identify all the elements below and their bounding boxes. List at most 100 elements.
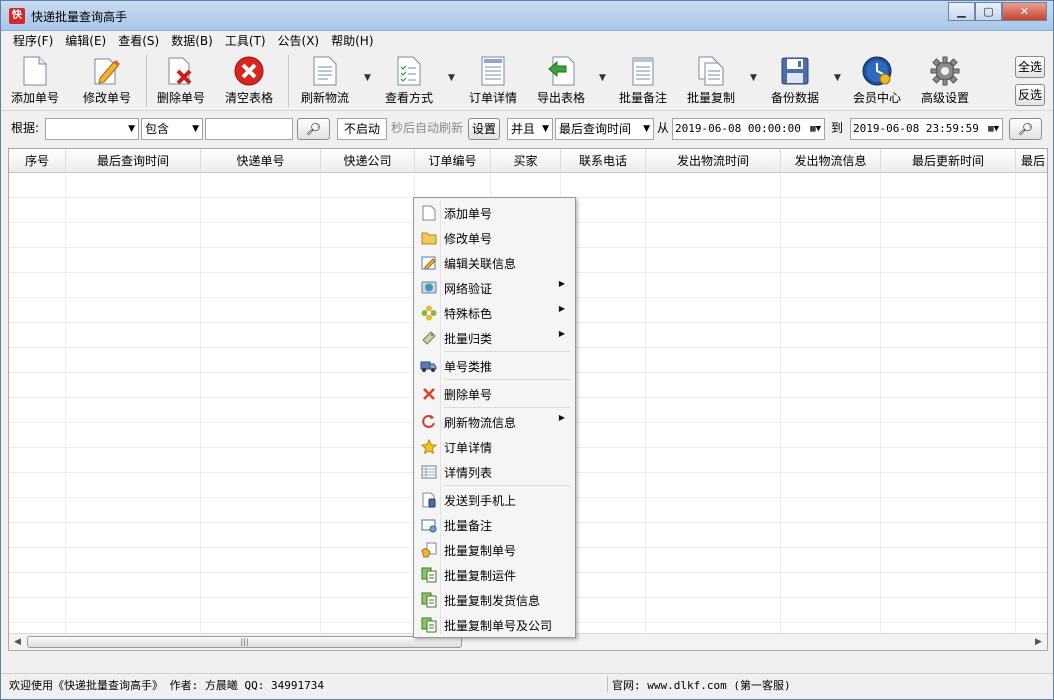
edit-number-button[interactable]: 修改单号 [83, 55, 131, 109]
menu-data[interactable]: 数据(B) [165, 31, 219, 51]
time-search-button[interactable]: 🔎︎ [1009, 118, 1042, 140]
export-table-button[interactable]: 导出表格 [537, 55, 585, 109]
column-header-phone[interactable]: 联系电话 [561, 149, 646, 173]
field-select[interactable]: ▼ [45, 118, 139, 140]
refresh-dropdown-arrow[interactable]: ▼ [364, 73, 371, 83]
column-header-buyer[interactable]: 买家 [491, 149, 561, 173]
pencil-page-icon [91, 55, 123, 87]
app-window: 快 快递批量查询高手 ▁ ▢ ✕ 程序(F) 编辑(E) 查看(S) 数据(B)… [0, 0, 1054, 700]
member-center-button[interactable]: 会员中心 [853, 55, 901, 109]
menu-item-delete-number[interactable]: 删除单号 [416, 382, 573, 405]
status-welcome-text: 欢迎使用《快递批量查询高手》 作者: 方晨曦 QQ: 34991734 [9, 679, 324, 692]
table-sheet-icon [477, 55, 509, 87]
export-dropdown-arrow[interactable]: ▼ [599, 73, 606, 83]
scroll-thumb[interactable]: ||| [27, 636, 462, 648]
menu-item-special-color[interactable]: 特殊标色 ▶ [416, 301, 573, 324]
advanced-settings-button[interactable]: 高级设置 [921, 55, 969, 109]
menu-item-batch-classify[interactable]: 批量归类 ▶ [416, 326, 573, 349]
grid-column-line [65, 173, 66, 635]
menu-item-edit-related-info[interactable]: 编辑关联信息 [416, 251, 573, 274]
minimize-button[interactable]: ▁ [948, 2, 975, 21]
floppy-disk-icon [779, 55, 811, 87]
column-header-last-update-time[interactable]: 最后更新时间 [881, 149, 1016, 173]
menu-program[interactable]: 程序(F) [7, 31, 59, 51]
menu-item-order-detail[interactable]: 订单详情 [416, 435, 573, 458]
edit-form-icon [420, 254, 437, 271]
gear-icon [929, 55, 961, 87]
column-header-ship-time[interactable]: 发出物流时间 [646, 149, 781, 173]
checklist-icon [393, 55, 425, 87]
batch-copy-dropdown-arrow[interactable]: ▼ [750, 73, 757, 83]
menu-item-refresh-logistics[interactable]: 刷新物流信息 ▶ [416, 410, 573, 433]
add-number-button[interactable]: 添加单号 [11, 55, 59, 109]
keyword-input[interactable] [205, 118, 293, 140]
menu-item-network-verify[interactable]: 网络验证 ▶ [416, 276, 573, 299]
from-label: 从 [657, 121, 670, 135]
scroll-left-arrow[interactable]: ◀ [9, 634, 26, 650]
star-icon [420, 438, 437, 455]
batch-copy-button[interactable]: 批量复制 [687, 55, 735, 109]
grid-column-line [780, 173, 781, 635]
truck-icon [420, 357, 437, 374]
menu-item-add-number[interactable]: 添加单号 [416, 201, 573, 224]
auto-refresh-hint: 秒后自动刷新 [391, 121, 464, 135]
settings-button[interactable]: 设置 [468, 118, 500, 140]
batch-note-button[interactable]: 批量备注 [619, 55, 667, 109]
menu-help[interactable]: 帮助(H) [325, 31, 379, 51]
notepad-icon [627, 55, 659, 87]
menu-item-batch-note[interactable]: 批量备注 [416, 513, 573, 536]
from-datetime-input[interactable]: 2019-06-08 00:00:00 ▦▼ [672, 118, 825, 140]
menu-bar: 程序(F) 编辑(E) 查看(S) 数据(B) 工具(T) 公告(X) 帮助(H… [1, 31, 1053, 51]
export-arrow-icon [545, 55, 577, 87]
menu-item-edit-number[interactable]: 修改单号 [416, 226, 573, 249]
invert-selection-button[interactable]: 反选 [1015, 84, 1045, 106]
menu-item-batch-copy-number-and-company[interactable]: 批量复制单号及公司 [416, 613, 573, 636]
delete-page-icon [165, 55, 197, 87]
title-bar[interactable]: 快 快递批量查询高手 ▁ ▢ ✕ [1, 1, 1053, 31]
column-header-tracking-number[interactable]: 快递单号 [201, 149, 321, 173]
order-detail-button[interactable]: 订单详情 [469, 55, 517, 109]
menu-view[interactable]: 查看(S) [112, 31, 165, 51]
logic-select[interactable]: 并且 ▼ [507, 118, 553, 140]
backup-dropdown-arrow[interactable]: ▼ [834, 73, 841, 83]
menu-item-batch-copy-shipment[interactable]: 批量复制运件 [416, 563, 573, 586]
delete-number-button[interactable]: 删除单号 [157, 55, 205, 109]
select-all-button[interactable]: 全选 [1015, 56, 1045, 78]
app-logo-icon: 快 [9, 8, 25, 24]
menu-notice[interactable]: 公告(X) [272, 31, 326, 51]
column-header-index[interactable]: 序号 [9, 149, 66, 173]
context-menu: 添加单号 修改单号 编辑关联信息 网络验证 ▶ 特殊标色 ▶ 批量归类 ▶ 单号… [413, 197, 576, 638]
refresh-logistics-button[interactable]: 刷新物流 [301, 55, 349, 109]
view-mode-dropdown-arrow[interactable]: ▼ [448, 73, 455, 83]
menu-item-detail-list[interactable]: 详情列表 [416, 460, 573, 483]
scroll-right-arrow[interactable]: ▶ [1030, 634, 1047, 650]
column-header-order-number[interactable]: 订单编号 [415, 149, 491, 173]
menu-tools[interactable]: 工具(T) [219, 31, 272, 51]
column-header-last-query-time[interactable]: 最后查询时间 [66, 149, 201, 173]
filter-label: 根据: [11, 121, 40, 135]
time-field-select[interactable]: 最后查询时间 ▼ [555, 118, 654, 140]
calendar-dropdown-icon: ▦▼ [810, 124, 821, 134]
toolbar-separator [288, 55, 289, 107]
view-mode-button[interactable]: 查看方式 [385, 55, 433, 109]
column-header-last-truncated[interactable]: 最后 [1016, 149, 1047, 173]
copy-pages-icon [695, 55, 727, 87]
column-header-ship-info[interactable]: 发出物流信息 [781, 149, 881, 173]
menu-item-batch-copy-shipping-info[interactable]: 批量复制发货信息 [416, 588, 573, 611]
menu-item-number-infer[interactable]: 单号类推 [416, 354, 573, 377]
menu-item-send-to-phone[interactable]: 发送到手机上 [416, 488, 573, 511]
match-mode-select[interactable]: 包含 ▼ [141, 118, 203, 140]
backup-data-button[interactable]: 备份数据 [771, 55, 819, 109]
column-header-courier[interactable]: 快递公司 [321, 149, 415, 173]
close-button[interactable]: ✕ [1002, 2, 1047, 21]
search-button[interactable]: 🔎︎ [297, 118, 330, 140]
red-x-icon [420, 385, 437, 402]
menu-edit[interactable]: 编辑(E) [59, 31, 112, 51]
maximize-button[interactable]: ▢ [975, 2, 1002, 21]
grid-column-line [645, 173, 646, 635]
clear-table-button[interactable]: 清空表格 [225, 55, 273, 109]
menu-item-batch-copy-number[interactable]: 批量复制单号 [416, 538, 573, 561]
to-datetime-input[interactable]: 2019-06-08 23:59:59 ▦▼ [850, 118, 1003, 140]
auto-refresh-input[interactable]: 不启动 [337, 118, 387, 140]
clear-circle-icon [233, 55, 265, 87]
